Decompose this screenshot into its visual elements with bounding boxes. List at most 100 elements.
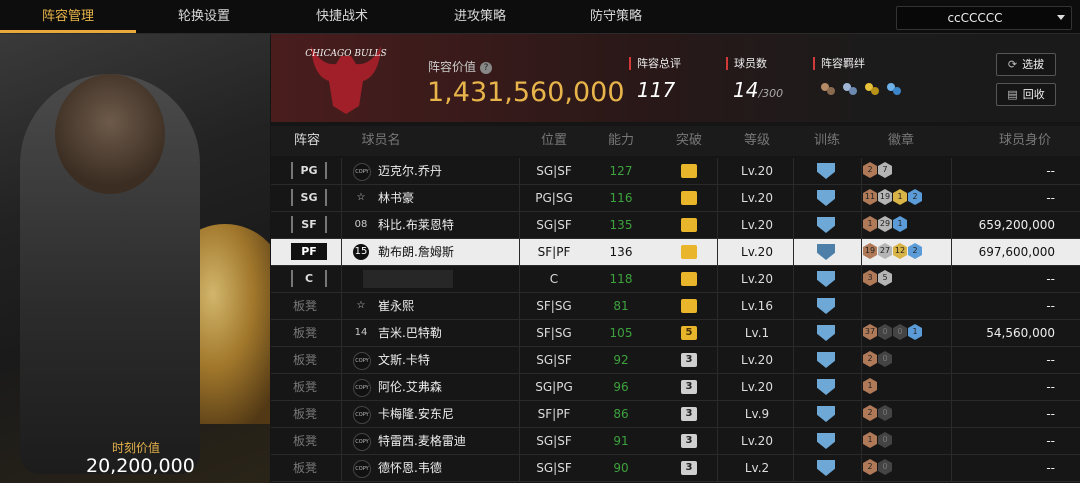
badge-list[interactable]: 20 — [863, 405, 893, 423]
training-shield-icon[interactable] — [817, 163, 835, 179]
bond-icon-1[interactable] — [819, 80, 837, 98]
badge-icon: 1 — [863, 378, 877, 394]
divider — [519, 239, 520, 265]
training-shield-icon[interactable] — [817, 244, 835, 260]
bond-icon-2[interactable] — [841, 80, 859, 98]
tab-rotation[interactable]: 轮换设置 — [136, 0, 272, 33]
select-button[interactable]: ⟳ 选拔 — [996, 53, 1056, 76]
breakthrough-icon[interactable]: 3 — [681, 380, 697, 394]
col-training[interactable]: 训练 — [797, 126, 857, 156]
moment-value: 20,200,000 — [86, 455, 195, 477]
divider — [793, 185, 794, 211]
col-level[interactable]: 等级 — [727, 126, 787, 156]
divider — [793, 158, 794, 184]
table-row[interactable]: 板凳 COPY 阿伦.艾弗森 SG|PG 96 3 Lv.20 1 -- — [271, 374, 1080, 401]
badge-list[interactable]: 37 0 0 1 — [863, 324, 923, 342]
player-worth: -- — [1046, 191, 1055, 205]
breakthrough-icon[interactable] — [681, 245, 697, 259]
table-row[interactable]: SF 08 科比.布莱恩特 SG|SF 135 Lv.20 1 29 1 659,2… — [271, 212, 1080, 239]
badge-list[interactable]: 27 — [863, 162, 893, 180]
training-shield-icon[interactable] — [817, 190, 835, 206]
badge-icon: 1 — [893, 216, 907, 232]
table-row[interactable]: 板凳 COPY 文斯.卡特 SG|SF 92 3 Lv.20 20 -- — [271, 347, 1080, 374]
training-shield-icon[interactable] — [817, 325, 835, 341]
help-icon[interactable]: ? — [480, 61, 493, 74]
table-row[interactable]: C C 118 Lv.20 35 -- — [271, 266, 1080, 293]
breakthrough-icon[interactable] — [681, 218, 697, 232]
tab-offense[interactable]: 进攻策略 — [412, 0, 548, 33]
divider — [951, 239, 952, 265]
col-ability[interactable]: 能力 — [591, 126, 651, 156]
breakthrough-icon[interactable]: 3 — [681, 353, 697, 367]
bond-icon-4[interactable] — [885, 80, 903, 98]
breakthrough-icon[interactable]: 5 — [681, 326, 697, 340]
tab-defense[interactable]: 防守策略 — [548, 0, 684, 33]
badge-list[interactable]: 20 — [863, 459, 893, 477]
divider — [519, 185, 520, 211]
table-row[interactable]: PF 15 勒布朗.詹姆斯 SF|PF 136 Lv.20 19 27 12 2 69… — [271, 239, 1080, 266]
col-worth[interactable]: 球员身价 — [985, 126, 1065, 156]
player-name: 崔永熙 — [378, 299, 415, 313]
divider — [341, 158, 342, 184]
recycle-button[interactable]: ▤ 回收 — [996, 83, 1056, 106]
divider — [793, 347, 794, 373]
select-button-label: 选拔 — [1022, 58, 1045, 71]
training-shield-icon[interactable] — [817, 379, 835, 395]
badge-icon: 27 — [878, 243, 892, 259]
player-worth: -- — [1046, 407, 1055, 421]
table-row[interactable]: 板凳 COPY 卡梅隆.安东尼 SF|PF 86 3 Lv.9 20 -- — [271, 401, 1080, 428]
badge-list[interactable]: 1 — [863, 378, 878, 396]
badge-list[interactable]: 35 — [863, 270, 893, 288]
breakthrough-icon[interactable]: 3 — [681, 407, 697, 421]
table-row[interactable]: PG COPY 迈克尔.乔丹 SG|SF 127 Lv.20 27 -- — [271, 158, 1080, 185]
badge-icon: 0 — [878, 459, 892, 475]
breakthrough-icon[interactable] — [681, 191, 697, 205]
badge-icon: 2 — [863, 162, 877, 178]
training-shield-icon[interactable] — [817, 352, 835, 368]
player-position: SF|SG — [536, 299, 572, 313]
breakthrough-icon[interactable] — [681, 164, 697, 178]
col-badges[interactable]: 徽章 — [871, 126, 931, 156]
table-row[interactable]: 板凳 COPY 德怀恩.韦德 SG|SF 90 3 Lv.2 20 -- — [271, 455, 1080, 482]
badge-list[interactable]: 11 19 1 2 — [863, 189, 923, 207]
player-name: 文斯.卡特 — [378, 353, 430, 367]
divider — [717, 212, 718, 238]
training-shield-icon[interactable] — [817, 271, 835, 287]
breakthrough-icon[interactable]: 3 — [681, 434, 697, 448]
breakthrough-icon[interactable] — [681, 299, 697, 313]
copy-icon: COPY — [353, 460, 371, 478]
col-position[interactable]: 位置 — [521, 126, 587, 156]
training-shield-icon[interactable] — [817, 433, 835, 449]
table-row[interactable]: 板凳 COPY 特雷西.麦格雷迪 SG|SF 91 3 Lv.20 10 -- — [271, 428, 1080, 455]
col-lineup[interactable]: 阵容 — [271, 126, 343, 156]
training-shield-icon[interactable] — [817, 298, 835, 314]
col-name[interactable]: 球员名 — [351, 126, 411, 156]
divider — [861, 185, 862, 211]
table-row[interactable]: 板凳 ☆ 崔永熙 SF|SG 81 Lv.16 -- — [271, 293, 1080, 320]
featured-player-card[interactable]: 时刻价值 20,200,000 — [0, 34, 270, 483]
bond-label: 阵容羁绊 — [813, 57, 865, 70]
table-row[interactable]: 板凳 14 吉米.巴特勒 SF|SG 105 5 Lv.1 37 0 0 1 54,5… — [271, 320, 1080, 347]
divider — [951, 212, 952, 238]
tab-lineup[interactable]: 阵容管理 — [0, 0, 136, 33]
position-slot: PF — [291, 243, 327, 260]
col-breakthrough[interactable]: 突破 — [661, 126, 717, 156]
bond-icon-3[interactable] — [863, 80, 881, 98]
table-row[interactable]: SG ☆ 林书豪 PG|SG 116 Lv.20 11 19 1 2 -- — [271, 185, 1080, 212]
player-level: Lv.20 — [741, 272, 773, 286]
badge-list[interactable]: 19 27 12 2 — [863, 243, 923, 261]
badge-list[interactable]: 1 29 1 — [863, 216, 908, 234]
team-selector[interactable]: ccCCCCC — [896, 6, 1072, 30]
divider — [793, 428, 794, 454]
badge-list[interactable]: 20 — [863, 351, 893, 369]
roster-table-header: 阵容 球员名 位置 能力 突破 等级 训练 徽章 球员身价 — [271, 126, 1080, 156]
breakthrough-icon[interactable] — [681, 272, 697, 286]
training-shield-icon[interactable] — [817, 460, 835, 476]
badge-icon: 29 — [878, 216, 892, 232]
training-shield-icon[interactable] — [817, 406, 835, 422]
badge-list[interactable]: 10 — [863, 432, 893, 450]
training-shield-icon[interactable] — [817, 217, 835, 233]
tab-quick-tactics[interactable]: 快捷战术 — [272, 0, 412, 33]
top-nav: 阵容管理 轮换设置 快捷战术 进攻策略 防守策略 ccCCCCC — [0, 0, 1080, 34]
breakthrough-icon[interactable]: 3 — [681, 461, 697, 475]
